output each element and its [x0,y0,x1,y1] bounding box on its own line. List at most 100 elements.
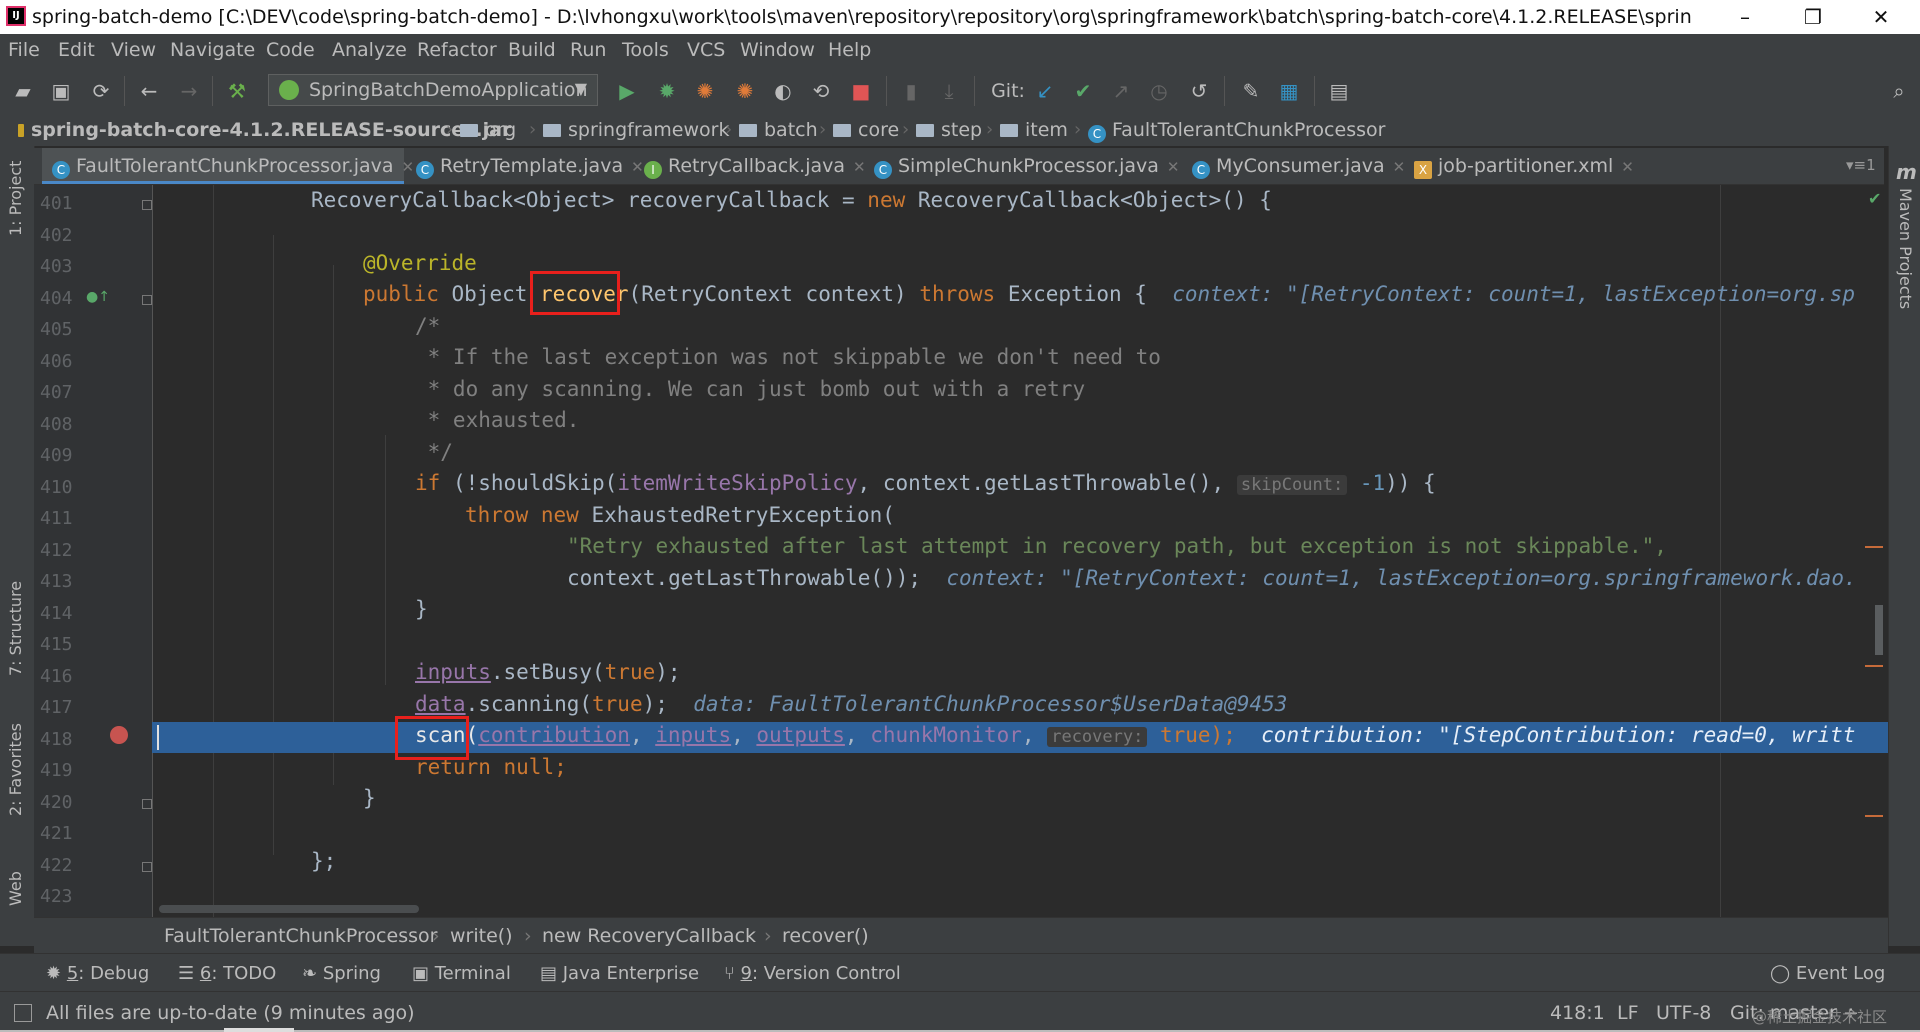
tab-retrytemplate[interactable]: C RetryTemplate.java ✕ [406,148,644,184]
tool-window-bar: ✹ 5: Debug ☰ 6: TODO ❧ Spring ▣ Terminal… [0,953,1920,992]
breadcrumb-class[interactable]: C FaultTolerantChunkProcessor [1088,119,1385,143]
attach-debugger-icon[interactable]: ◐ [770,78,796,104]
git-push-icon[interactable]: ↗ [1108,78,1134,104]
stripe-mark[interactable] [1865,815,1883,817]
maven-logo: m [1896,160,1917,184]
breadcrumb-item[interactable]: item [1000,119,1068,141]
file-encoding[interactable]: UTF-8 [1656,1002,1711,1024]
bookmark-icon[interactable]: ▮ [898,78,924,104]
tab-myconsumer[interactable]: C MyConsumer.java ✕ [1182,148,1405,184]
stripe-mark[interactable] [1865,665,1883,667]
fold-marker-icon[interactable] [142,200,152,210]
save-icon[interactable]: ▣ [48,78,74,104]
debug-icon[interactable]: ✹ [654,78,680,104]
search-icon[interactable]: ⌕ [1886,78,1912,104]
class-icon: C [416,161,434,179]
caret-position[interactable]: 418:1 [1550,1002,1605,1024]
sync-icon[interactable]: ⟳ [88,78,114,104]
java-enterprise-tool-button[interactable]: ▤ Java Enterprise [540,963,699,984]
back-icon[interactable]: ← [136,78,162,104]
project-structure-icon[interactable]: ▦ [1276,78,1302,104]
history-icon[interactable]: ◷ [1146,78,1172,104]
version-control-tool-button[interactable]: ⑂ 9: Version Control [724,963,901,984]
menu-vcs[interactable]: VCS [687,39,725,61]
override-marker-icon[interactable]: ●↑ [86,289,110,305]
tab-simplechunkprocessor[interactable]: C SimpleChunkProcessor.java ✕ [864,148,1179,184]
maven-projects-tool-button[interactable]: Maven Projects [1896,188,1915,309]
code-crumb-class[interactable]: FaultTolerantChunkProcessor [164,925,437,947]
maximize-button[interactable]: ❐ [1784,2,1842,32]
debug-tool-button[interactable]: ✹ 5: Debug [46,963,149,984]
settings-wrench-icon[interactable]: ✎ [1238,78,1264,104]
terminal-tool-button[interactable]: ▣ Terminal [412,963,511,984]
minimize-button[interactable]: – [1716,2,1774,32]
breadcrumb-org[interactable]: org [460,119,516,141]
class-icon: C [1088,125,1106,143]
profile-icon[interactable]: ✺ [732,78,758,104]
rerun-icon[interactable]: ⟲ [808,78,834,104]
open-folder-icon[interactable]: ▰ [10,78,36,104]
horizontal-scrollbar-thumb[interactable] [159,905,419,913]
fold-marker-icon[interactable] [142,295,152,305]
status-bar: All files are up-to-date (9 minutes ago)… [0,991,1920,1032]
line-separator[interactable]: LF [1617,1002,1639,1024]
list-icon: ☰ [178,963,195,984]
run-configuration-dropdown[interactable]: SpringBatchDemoApplication ▼ [268,74,598,106]
event-log-button[interactable]: ◯ Event Log [1770,963,1885,984]
code-editor[interactable]: RecoveryCallback<Object> recoveryCallbac… [153,185,1888,917]
tab-faulttolerantchunkprocessor[interactable]: C FaultTolerantChunkProcessor.java ✕ [42,148,414,184]
todo-tool-button[interactable]: ☰ 6: TODO [178,963,276,984]
menu-file[interactable]: File [8,39,40,61]
breadcrumb-batch[interactable]: batch [739,119,818,141]
vertical-scrollbar-thumb[interactable] [1875,605,1883,655]
structure-tool-button[interactable]: 7: Structure [6,581,25,676]
spring-tool-button[interactable]: ❧ Spring [302,963,381,984]
run-icon[interactable]: ▶ [614,78,640,104]
git-update-icon[interactable]: ↙ [1032,78,1058,104]
code-crumb-recovery-callback[interactable]: new RecoveryCallback [542,925,756,947]
code-line-412: "Retry exhausted after last attempt in r… [567,534,1667,558]
menu-edit[interactable]: Edit [58,39,95,61]
git-commit-icon[interactable]: ✔ [1070,78,1096,104]
fold-marker-icon[interactable] [142,862,152,872]
breadcrumb-step[interactable]: step [916,119,982,141]
menu-help[interactable]: Help [828,39,871,61]
close-button[interactable]: ✕ [1852,2,1910,32]
line-number: 407 [40,382,73,403]
project-tool-button[interactable]: 1: Project [6,161,25,236]
menu-build[interactable]: Build [508,39,556,61]
no-problems-check-icon[interactable]: ✔ [1868,189,1881,208]
menu-tools[interactable]: Tools [622,39,669,61]
favorites-tool-button[interactable]: 2: Favorites [6,723,25,816]
sdk-manager-icon[interactable]: ▤ [1326,78,1352,104]
menu-navigate[interactable]: Navigate [170,39,255,61]
editor-gutter: 401 402 403 404 405 406 407 408 409 410 … [34,185,153,917]
breadcrumb-jar[interactable]: spring-batch-core-4.1.2.RELEASE-sources.… [18,119,511,141]
tab-retrycallback[interactable]: I RetryCallback.java ✕ [634,148,866,184]
web-tool-button[interactable]: Web [6,871,25,906]
fold-marker-icon[interactable] [142,799,152,809]
menu-window[interactable]: Window [740,39,815,61]
menu-code[interactable]: Code [266,39,315,61]
tab-overflow-icon[interactable]: ▾≡1 [1846,156,1876,174]
stop-icon[interactable]: ■ [848,78,874,104]
breadcrumb-core[interactable]: core [833,119,899,141]
code-crumb-recover[interactable]: recover() [782,925,869,947]
breakpoint-icon[interactable] [110,726,128,744]
forward-icon[interactable]: → [176,78,202,104]
code-crumb-write[interactable]: write() [450,925,513,947]
status-toggle-icon[interactable] [14,1004,32,1022]
revert-icon[interactable]: ↺ [1186,78,1212,104]
menu-run[interactable]: Run [570,39,606,61]
menu-view[interactable]: View [111,39,156,61]
coverage-icon[interactable]: ✺ [692,78,718,104]
tab-job-partitioner[interactable]: Xjob-partitioner.xml ✕ [1404,148,1634,184]
stripe-mark[interactable] [1865,546,1883,548]
menu-refactor[interactable]: Refactor [417,39,497,61]
download-icon[interactable]: ⤓ [936,78,962,104]
code-line-411: throw new ExhaustedRetryException( [465,503,895,527]
folder-icon [916,124,934,137]
breadcrumb-springframework[interactable]: springframework [543,119,729,141]
menu-analyze[interactable]: Analyze [332,39,407,61]
build-hammer-icon[interactable]: ⚒ [224,78,250,104]
